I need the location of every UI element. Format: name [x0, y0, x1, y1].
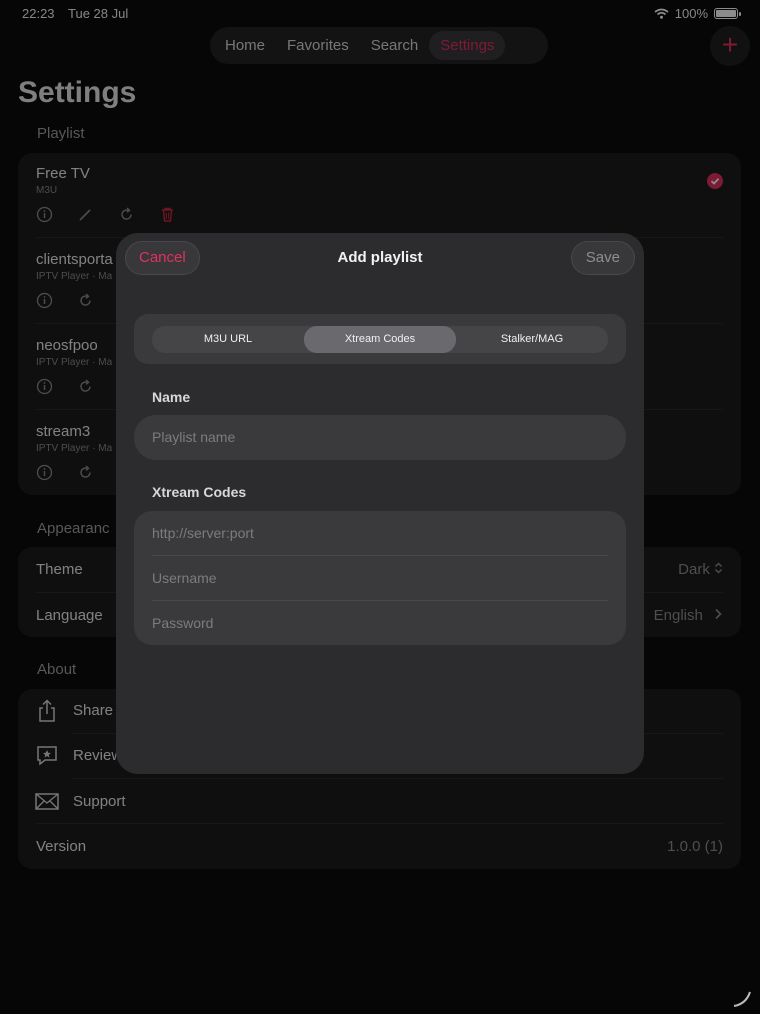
divider [152, 555, 608, 556]
segment-xtream-codes[interactable]: Xtream Codes [304, 326, 456, 353]
source-type-container: M3U URL Xtream Codes Stalker/MAG [134, 314, 626, 364]
segment-m3u-url[interactable]: M3U URL [152, 326, 304, 353]
save-button[interactable]: Save [570, 241, 635, 275]
name-label: Name [152, 389, 191, 405]
add-playlist-modal: Cancel Add playlist Save M3U URL Xtream … [116, 233, 644, 774]
password-input[interactable]: Password [152, 615, 213, 631]
segment-stalker-mag[interactable]: Stalker/MAG [456, 326, 608, 353]
modal-title: Add playlist [337, 249, 423, 266]
divider [152, 600, 608, 601]
server-url-input[interactable]: http://server:port [152, 525, 254, 541]
playlist-name-input[interactable]: Playlist name [134, 415, 626, 460]
xtream-codes-label: Xtream Codes [152, 484, 247, 500]
source-type-segmented-control: M3U URL Xtream Codes Stalker/MAG [152, 326, 608, 353]
xtream-fields-group: http://server:port Username Password [134, 511, 626, 645]
resize-handle-icon[interactable] [732, 988, 752, 1008]
username-input[interactable]: Username [152, 570, 217, 586]
